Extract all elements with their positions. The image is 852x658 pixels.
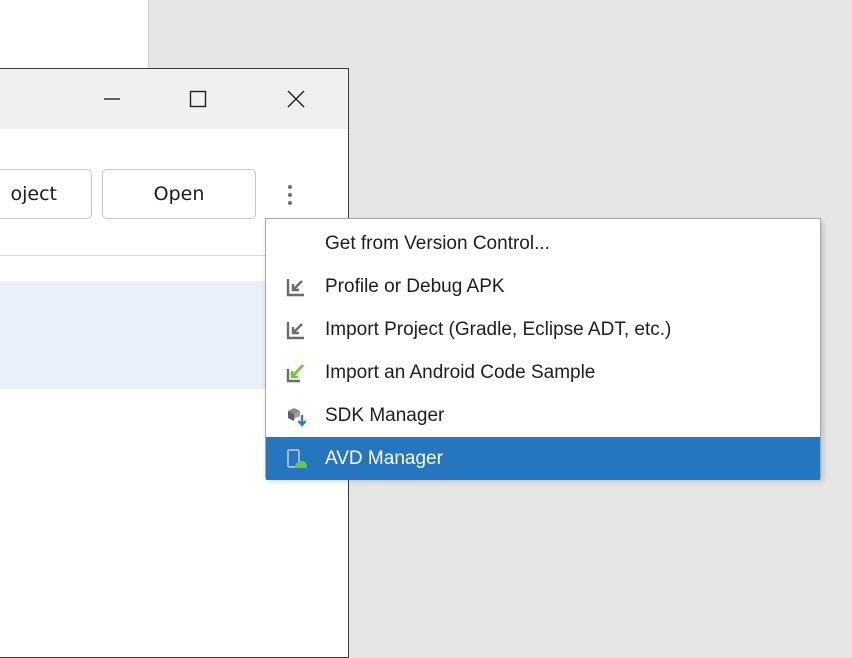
menu-item-import-project[interactable]: Import Project (Gradle, Eclipse ADT, etc… [266, 308, 820, 351]
open-label: Open [153, 183, 205, 205]
open-button[interactable]: Open [102, 169, 256, 219]
close-button[interactable] [268, 69, 324, 129]
minimize-icon [104, 98, 120, 100]
menu-item-label: SDK Manager [325, 404, 445, 426]
import-arrow-icon [284, 318, 308, 342]
new-project-button[interactable]: oject [0, 169, 92, 219]
menu-item-label: Import Project (Gradle, Eclipse ADT, etc… [325, 318, 672, 340]
menu-item-avd-manager[interactable]: AVD Manager [266, 437, 820, 480]
more-actions-button[interactable] [278, 177, 302, 213]
menu-item-get-from-vcs[interactable]: Get from Version Control... [266, 222, 820, 265]
maximize-button[interactable] [170, 69, 226, 129]
more-actions-menu: Get from Version Control... Profile or D… [265, 218, 821, 480]
menu-item-profile-debug-apk[interactable]: Profile or Debug APK [266, 265, 820, 308]
menu-item-import-android-sample[interactable]: Import an Android Code Sample [266, 351, 820, 394]
menu-item-label: Import an Android Code Sample [325, 361, 596, 383]
avd-manager-icon [284, 447, 308, 471]
new-project-label: oject [10, 183, 58, 205]
maximize-icon [189, 90, 207, 108]
minimize-button[interactable] [84, 69, 140, 129]
more-vertical-icon [288, 185, 292, 189]
sdk-manager-icon [284, 404, 308, 428]
import-sample-icon [284, 361, 308, 385]
menu-item-label: Get from Version Control... [325, 232, 550, 254]
close-icon [287, 90, 305, 108]
menu-item-label: Profile or Debug APK [325, 275, 505, 297]
menu-item-label: AVD Manager [325, 447, 443, 469]
title-bar [0, 69, 348, 129]
menu-item-sdk-manager[interactable]: SDK Manager [266, 394, 820, 437]
import-arrow-icon [284, 275, 308, 299]
